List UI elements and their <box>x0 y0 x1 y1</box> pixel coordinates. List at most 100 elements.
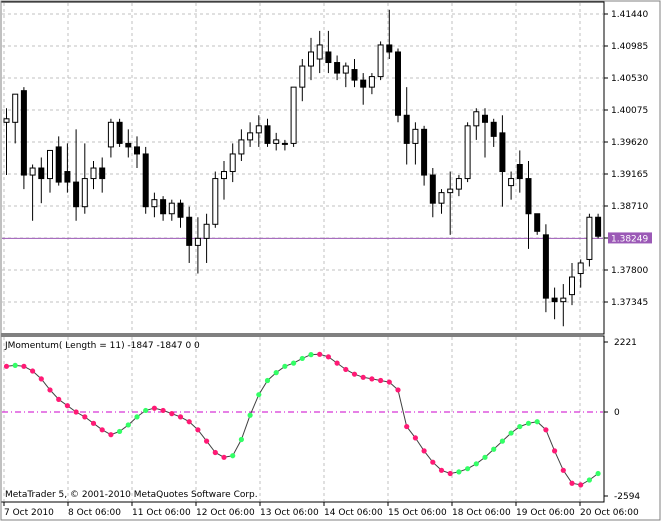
momentum-point <box>299 355 305 362</box>
candlestick <box>142 146 149 214</box>
candle-body-bullish <box>151 199 158 208</box>
momentum-point <box>143 407 149 414</box>
momentum-point <box>543 427 549 433</box>
candle-body-bearish <box>116 121 123 144</box>
momentum-point <box>282 363 288 369</box>
time-tick-label: 15 Oct 06:00 <box>388 508 447 518</box>
momentum-point <box>12 362 18 368</box>
momentum-point <box>360 374 366 380</box>
candle-body-bullish <box>47 149 53 180</box>
candle-body-bearish <box>482 114 488 123</box>
current-price-label: 1.38249 <box>611 234 648 244</box>
momentum-point <box>569 480 575 486</box>
candlestick <box>586 213 593 267</box>
momentum-point <box>291 360 297 366</box>
momentum-point <box>64 403 70 409</box>
candle-body-bullish <box>412 128 419 144</box>
momentum-point <box>552 448 558 454</box>
candle-body-bearish <box>325 51 332 64</box>
price-tick-label: 1.38710 <box>611 202 648 212</box>
candle-body-bullish <box>81 178 88 208</box>
momentum-point <box>90 420 97 426</box>
candlestick <box>395 48 401 123</box>
momentum-point <box>221 454 227 460</box>
momentum-point <box>325 354 331 360</box>
momentum-point <box>586 477 593 483</box>
momentum-point <box>534 419 540 425</box>
momentum-point <box>264 377 271 384</box>
candle-body-bearish <box>20 90 27 176</box>
indicator-tick-label: 2221 <box>614 338 637 348</box>
momentum-point <box>73 409 79 415</box>
candle-body-bullish <box>308 51 314 67</box>
momentum-point <box>473 461 479 467</box>
time-tick-label: 18 Oct 06:00 <box>452 508 511 518</box>
candle-body-bearish <box>429 174 436 204</box>
candle-body-bullish <box>247 132 254 141</box>
momentum-point <box>108 432 114 438</box>
momentum-point <box>412 435 418 441</box>
candle-body-bearish <box>160 199 167 215</box>
momentum-point <box>117 428 123 435</box>
copyright-text: MetaTrader 5, © 2001-2010 MetaQuotes Sof… <box>5 490 258 500</box>
candle-body-bullish <box>238 139 245 155</box>
price-tick-label: 1.40075 <box>611 106 648 116</box>
momentum-point <box>308 352 314 358</box>
candle-body-bullish <box>569 276 575 296</box>
candle-body-bullish <box>12 93 19 123</box>
candle-body-bullish <box>229 153 236 173</box>
candle-body-bearish <box>334 62 341 74</box>
candle-body-bearish <box>125 142 132 148</box>
candle-body-bullish <box>316 44 323 60</box>
momentum-point <box>56 396 62 402</box>
momentum-point <box>465 466 471 472</box>
candle-body-bullish <box>281 142 288 145</box>
candle-body-bearish <box>142 153 149 208</box>
momentum-point <box>578 482 584 488</box>
candle-body-bullish <box>560 297 567 303</box>
momentum-point <box>3 363 10 369</box>
chart-canvas[interactable]: 1.41440 1.40985 1.40530 1.40075 1.39620 1.391… <box>0 0 661 522</box>
candle-body-bearish <box>490 121 497 137</box>
candle-body-bearish <box>351 69 358 81</box>
candlestick <box>464 122 471 183</box>
momentum-point <box>491 446 497 452</box>
momentum-point <box>351 371 358 377</box>
momentum-point <box>186 419 192 425</box>
candle-body-bearish <box>386 44 393 53</box>
candle-body-bullish <box>473 111 480 127</box>
candle-body-bullish <box>447 188 454 194</box>
candle-body-bearish <box>186 216 193 246</box>
momentum-point <box>125 422 131 428</box>
time-tick-label: 7 Oct 2010 <box>4 508 54 518</box>
momentum-point <box>169 411 175 417</box>
time-tick-label: 11 Oct 06:00 <box>132 508 191 518</box>
momentum-point <box>560 467 566 473</box>
candle-body-bullish <box>368 76 375 88</box>
momentum-point <box>212 449 218 456</box>
momentum-point <box>525 420 532 426</box>
momentum-point <box>82 414 88 420</box>
candle-body-bullish <box>299 65 306 88</box>
candle-body-bullish <box>464 125 471 180</box>
candlestick <box>212 171 219 228</box>
momentum-point <box>317 351 323 357</box>
candle-body-bullish <box>438 192 445 204</box>
metatrader-chart-window[interactable]: 1.41440 1.40985 1.40530 1.40075 1.39620 1.391… <box>0 0 661 522</box>
time-tick-label: 19 Oct 06:00 <box>516 508 575 518</box>
candle-body-bearish <box>403 114 410 144</box>
time-tick-label: 8 Oct 06:00 <box>68 508 121 518</box>
momentum-point <box>334 360 340 366</box>
candle-body-bearish <box>64 171 71 183</box>
time-tick-label: 13 Oct 06:00 <box>260 508 319 518</box>
candlestick <box>290 86 297 147</box>
momentum-point <box>47 387 53 393</box>
candle-body-bearish <box>38 167 45 180</box>
time-tick-label: 14 Oct 06:00 <box>324 508 383 518</box>
momentum-point <box>447 470 453 477</box>
momentum-point <box>404 423 410 430</box>
candle-body-bearish <box>360 79 367 88</box>
candle-body-bullish <box>168 202 175 215</box>
candle-body-bullish <box>194 237 201 246</box>
candle-body-bearish <box>595 216 602 237</box>
